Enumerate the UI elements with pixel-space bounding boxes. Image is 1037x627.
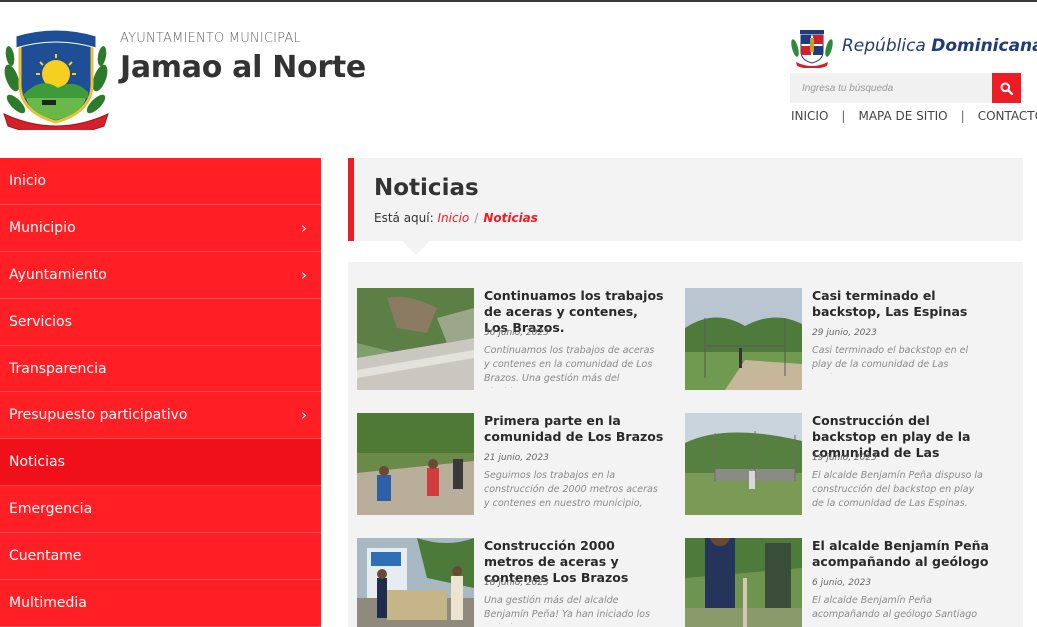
news-card[interactable]: El alcalde Benjamín Peña acompañando al … xyxy=(685,538,1005,627)
sidebar-item-label: Multimedia xyxy=(9,594,87,611)
heading-pointer xyxy=(402,241,430,255)
search-box xyxy=(790,73,1021,103)
magnifier-icon xyxy=(1000,82,1013,95)
news-date: 30 junio, 2023 xyxy=(484,328,549,338)
sidebar-item-label: Transparencia xyxy=(9,360,107,377)
search-input[interactable] xyxy=(790,73,992,103)
toplink-mapa-de-sitio[interactable]: MAPA DE SITIO xyxy=(858,109,947,123)
chevron-right-icon: › xyxy=(301,218,307,237)
sidebar-item-noticias[interactable]: Noticias xyxy=(0,439,321,487)
news-excerpt: Una gestión más del alcalde Benjamín Peñ… xyxy=(484,595,650,624)
news-card[interactable]: Construcción 2000 metros de aceras y con… xyxy=(357,538,677,627)
sidebar-item-label: Noticias xyxy=(9,454,65,471)
sidebar-item-transparencia[interactable]: Transparencia xyxy=(0,346,321,393)
site-header: AYUNTAMIENTO MUNICIPAL Jamao al Norte Re… xyxy=(0,2,1037,158)
sidebar-menu: Inicio Municipio › Ayuntamiento › Servicio… xyxy=(0,158,321,627)
page-title: Noticias xyxy=(374,175,479,201)
breadcrumb-prefix: Está aquí: xyxy=(374,211,434,225)
toplink-separator: | xyxy=(841,109,846,123)
news-title[interactable]: Primera parte en la comunidad de Los Bra… xyxy=(484,413,664,445)
sidebar-item-label: Presupuesto participativo xyxy=(9,407,188,424)
news-title[interactable]: Casi terminado el backstop, Las Espinas xyxy=(812,288,992,320)
search-button[interactable] xyxy=(992,73,1021,103)
news-card[interactable]: Construcción del backstop en play de la … xyxy=(685,413,1005,528)
news-thumbnail[interactable] xyxy=(685,538,802,627)
dominican-coat-of-arms-icon xyxy=(790,24,834,69)
top-links: INICIO | MAPA DE SITIO | CONTACTO xyxy=(791,109,1037,123)
news-thumbnail[interactable] xyxy=(685,288,802,390)
sidebar-item-label: Emergencia xyxy=(9,501,93,518)
sidebar-item-ayuntamiento[interactable]: Ayuntamiento › xyxy=(0,252,321,299)
news-thumbnail[interactable] xyxy=(685,413,802,515)
sidebar-item-label: Inicio xyxy=(9,172,47,189)
news-excerpt: Casi terminado el backstop en el play de… xyxy=(812,345,969,374)
news-card[interactable]: Casi terminado el backstop, Las Espinas … xyxy=(685,288,1005,403)
republica-dominicana-brand[interactable]: República Dominicana xyxy=(790,24,1037,69)
sidebar-item-cuentame[interactable]: Cuentame xyxy=(0,533,321,581)
chevron-right-icon: › xyxy=(301,406,307,425)
toplink-separator: | xyxy=(960,109,965,123)
toplink-contacto[interactable]: CONTACTO xyxy=(978,109,1037,123)
news-list: Continuamos los trabajos de aceras y con… xyxy=(348,262,1023,627)
site-subtitle: AYUNTAMIENTO MUNICIPAL xyxy=(120,31,301,46)
news-excerpt: El alcalde Benjamín Peña acompañando al … xyxy=(812,595,978,620)
sidebar-item-presupuesto-participativo[interactable]: Presupuesto participativo › xyxy=(0,392,321,440)
news-date: 18 junio, 2023 xyxy=(484,578,549,588)
republica-dominicana-text: República Dominicana xyxy=(842,36,1037,56)
sidebar-item-label: Cuentame xyxy=(9,548,82,565)
sidebar-item-emergencia[interactable]: Emergencia xyxy=(0,486,321,534)
sidebar-item-label: Servicios xyxy=(9,313,72,330)
news-card[interactable]: Primera parte en la comunidad de Los Bra… xyxy=(357,413,677,528)
sidebar-item-label: Ayuntamiento xyxy=(9,266,107,283)
sidebar-item-servicios[interactable]: Servicios xyxy=(0,299,321,346)
sidebar-item-inicio[interactable]: Inicio xyxy=(0,158,321,205)
news-date: 19 junio, 2023 xyxy=(812,453,877,463)
news-thumbnail[interactable] xyxy=(357,288,474,390)
breadcrumb-current: Noticias xyxy=(483,211,538,225)
news-thumbnail[interactable] xyxy=(357,413,474,515)
page-heading: Noticias Está aquí: Inicio / Noticias xyxy=(348,158,1023,241)
site-title[interactable]: Jamao al Norte xyxy=(120,50,366,85)
breadcrumb-separator: / xyxy=(474,211,479,225)
news-date: 6 junio, 2023 xyxy=(812,578,872,588)
breadcrumb: Está aquí: Inicio / Noticias xyxy=(374,211,538,225)
breadcrumb-home-link[interactable]: Inicio xyxy=(438,211,470,225)
news-card[interactable]: Continuamos los trabajos de aceras y con… xyxy=(357,288,677,403)
sidebar-item-multimedia[interactable]: Multimedia xyxy=(0,580,321,627)
sidebar-item-label: Municipio xyxy=(9,219,76,236)
news-thumbnail[interactable] xyxy=(357,538,474,627)
news-excerpt: Continuamos los trabajos de aceras y con… xyxy=(484,345,655,388)
news-date: 29 junio, 2023 xyxy=(812,328,877,338)
news-date: 21 junio, 2023 xyxy=(484,453,549,463)
sidebar-item-municipio[interactable]: Municipio › xyxy=(0,205,321,252)
news-title[interactable]: El alcalde Benjamín Peña acompañando al … xyxy=(812,538,992,570)
chevron-right-icon: › xyxy=(301,265,307,284)
municipal-shield-logo-icon[interactable] xyxy=(2,26,110,136)
news-excerpt: Seguimos los trabajos en la construcción… xyxy=(484,470,658,513)
toplink-inicio[interactable]: INICIO xyxy=(791,109,828,123)
news-excerpt: El alcalde Benjamín Peña dispuso la cons… xyxy=(812,470,983,513)
